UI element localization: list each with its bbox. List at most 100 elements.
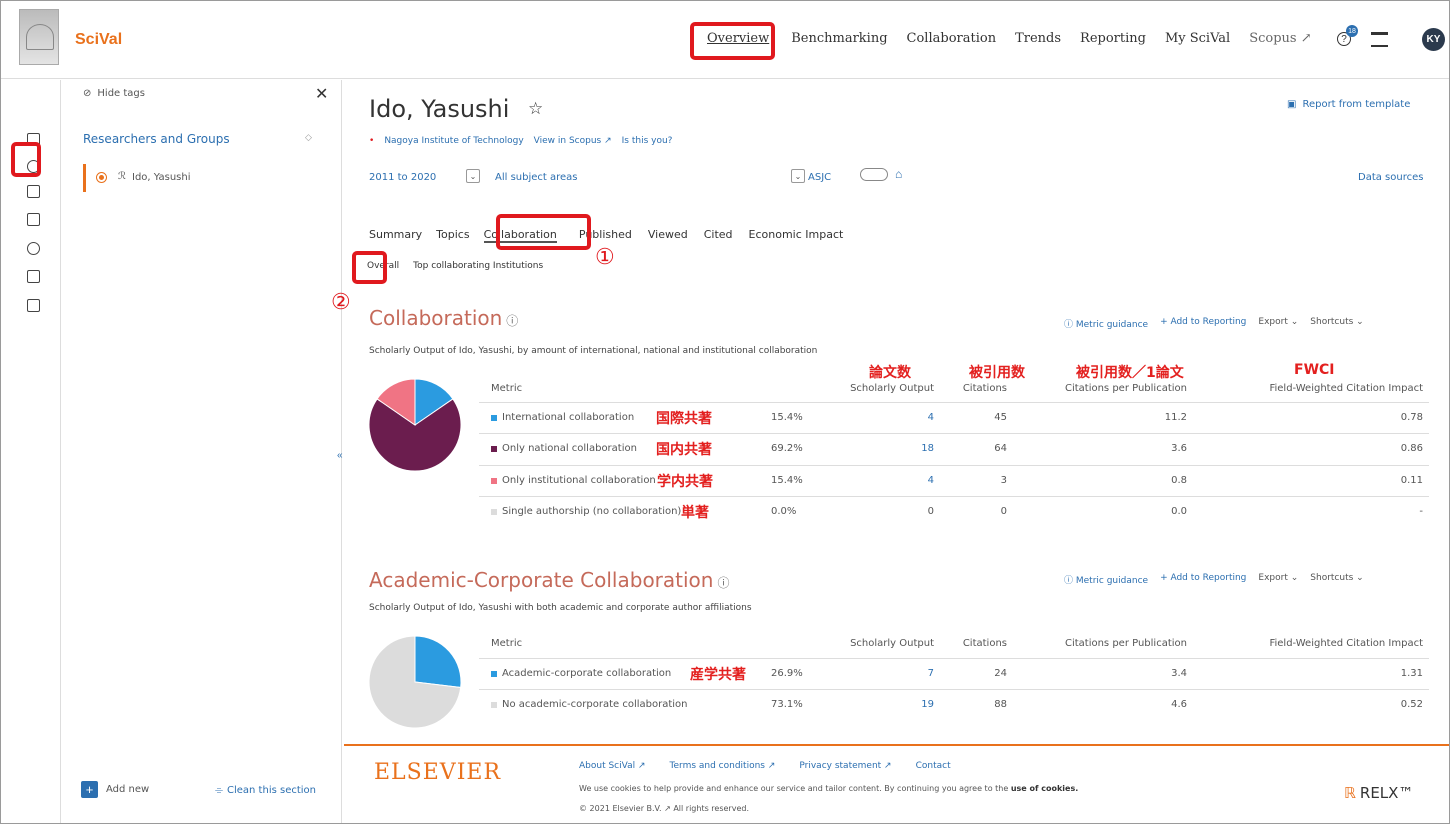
row-output[interactable]: 4 <box>928 412 934 423</box>
year-range-select[interactable]: 2011 to 2020 <box>369 172 436 183</box>
col-citations: Citations <box>962 383 1007 394</box>
footer: ELSEVIER About SciVal ↗ Terms and condit… <box>344 744 1449 823</box>
favorite-star-icon[interactable]: ☆ <box>528 99 543 119</box>
row-cpp: 3.4 <box>1171 668 1187 679</box>
contact-link[interactable]: Contact <box>916 761 951 771</box>
row-divider <box>479 433 1429 434</box>
subject-dropdown-icon[interactable]: ⌄ <box>791 169 805 183</box>
nav-reporting[interactable]: Reporting <box>1080 31 1146 46</box>
highlight-researcher-icon <box>11 142 41 177</box>
col-fwci: Field-Weighted Citation Impact <box>1269 383 1423 394</box>
topic-nav-icon[interactable] <box>27 242 40 255</box>
marker-2: ② <box>331 289 351 314</box>
acad-corp-title: Academic-Corporate Collaboration ⓘ <box>369 568 730 592</box>
nav-my-scival[interactable]: My SciVal <box>1165 31 1230 46</box>
row-fwci: 0.78 <box>1400 412 1423 423</box>
info-icon[interactable]: ⓘ <box>506 312 518 330</box>
hide-tags-link[interactable]: ⊘ Hide tags <box>83 88 145 99</box>
asjc-toggle[interactable] <box>860 168 888 181</box>
tab-topics[interactable]: Topics <box>436 228 469 243</box>
cookies-link[interactable]: use of cookies. <box>1011 784 1078 793</box>
sub-tabs: Overall Top collaborating Institutions <box>367 261 543 271</box>
row-citations: 64 <box>994 443 1007 454</box>
add-to-reporting-link[interactable]: + Add to Reporting <box>1160 317 1246 330</box>
marker-1: ① <box>595 244 615 269</box>
row-output[interactable]: 18 <box>921 443 934 454</box>
acad-actions: ⓘ Metric guidance + Add to Reporting Exp… <box>1064 573 1364 586</box>
row-output[interactable]: 19 <box>921 699 934 710</box>
export-dropdown[interactable]: Export ⌄ <box>1258 317 1298 330</box>
col-citations: Citations <box>962 638 1007 649</box>
shortcuts-dropdown[interactable]: Shortcuts ⌄ <box>1310 573 1363 586</box>
nav-trends[interactable]: Trends <box>1015 31 1061 46</box>
collapse-panel-icon[interactable]: « <box>337 450 343 461</box>
acad-pie-chart <box>368 635 462 729</box>
export-dropdown[interactable]: Export ⌄ <box>1258 573 1298 586</box>
elsevier-logo[interactable]: ELSEVIER <box>374 760 501 785</box>
is-this-you-link[interactable]: Is this you? <box>622 136 673 146</box>
close-icon[interactable]: ✕ <box>315 84 328 104</box>
add-new-button[interactable]: + Add new <box>81 781 149 798</box>
asjc-label[interactable]: ASJC <box>808 172 831 183</box>
pie-slice[interactable] <box>414 635 462 689</box>
about-link[interactable]: About SciVal ↗ <box>579 761 646 771</box>
row-divider <box>479 658 1429 659</box>
nav-benchmarking[interactable]: Benchmarking <box>791 31 887 46</box>
legend-swatch <box>491 671 497 677</box>
data-sources-link[interactable]: Data sources <box>1358 172 1423 183</box>
legend-swatch <box>491 446 497 452</box>
report-nav-icon[interactable] <box>27 299 40 312</box>
view-scopus-link[interactable]: View in Scopus ↗ <box>534 136 612 146</box>
institution-icon[interactable] <box>1371 32 1388 47</box>
row-pct: 73.1% <box>771 699 803 710</box>
app-brand[interactable]: SciVal <box>75 31 122 49</box>
panel-section-title[interactable]: Researchers and Groups <box>83 132 230 146</box>
radio-selected-icon[interactable] <box>96 172 107 183</box>
info-icon[interactable]: ⓘ <box>717 574 729 592</box>
affiliation-link[interactable]: Nagoya Institute of Technology <box>384 136 523 146</box>
metric-guidance-link[interactable]: ⓘ Metric guidance <box>1064 317 1148 330</box>
tab-cited[interactable]: Cited <box>704 228 733 243</box>
notification-badge: 18 <box>1346 25 1358 37</box>
collab-pie-chart <box>368 378 462 472</box>
selected-entity-row[interactable]: ℛ Ido, Yasushi <box>83 164 341 192</box>
terms-link[interactable]: Terms and conditions ↗ <box>670 761 776 771</box>
clean-section-link[interactable]: ⌯ Clean this section <box>215 785 316 796</box>
nav-collaboration[interactable]: Collaboration <box>907 31 997 46</box>
jp-header: 論文数 <box>869 365 911 381</box>
relx-logo: ℝ RELX™ <box>1344 784 1414 802</box>
shortcuts-dropdown[interactable]: Shortcuts ⌄ <box>1310 317 1363 330</box>
entity-list-item[interactable]: Ido, Yasushi <box>132 172 191 183</box>
group-nav-icon[interactable] <box>27 270 40 283</box>
jp-row-label: 学内共著 <box>657 474 713 490</box>
collab-description: Scholarly Output of Ido, Yasushi, by amo… <box>369 346 818 356</box>
subject-area-select[interactable]: All subject areas <box>495 172 578 183</box>
row-pct: 0.0% <box>771 506 797 517</box>
row-pct: 26.9% <box>771 668 803 679</box>
row-citations: 0 <box>1000 506 1007 517</box>
nav-overview[interactable]: Overview <box>707 31 769 46</box>
row-output[interactable]: 4 <box>928 475 934 486</box>
year-dropdown-icon[interactable]: ⌄ <box>466 169 480 183</box>
nav-scopus[interactable]: Scopus ↗ <box>1249 31 1311 46</box>
country-nav-icon[interactable] <box>27 213 40 226</box>
collaboration-title: Collaboration ⓘ <box>369 306 519 330</box>
row-output[interactable]: 0 <box>928 506 934 517</box>
relx-icon: ℝ <box>1344 784 1356 802</box>
publication-set-icon[interactable] <box>27 185 40 198</box>
metric-guidance-link[interactable]: ⓘ Metric guidance <box>1064 573 1148 586</box>
tab-summary[interactable]: Summary <box>369 228 422 243</box>
row-fwci: 0.11 <box>1400 475 1423 486</box>
avatar[interactable]: KY <box>1422 28 1445 51</box>
privacy-link[interactable]: Privacy statement ↗ <box>799 761 891 771</box>
institution-filter-icon[interactable]: ⌂ <box>895 167 902 181</box>
add-to-reporting-link[interactable]: + Add to Reporting <box>1160 573 1246 586</box>
row-output[interactable]: 7 <box>928 668 934 679</box>
report-template-link[interactable]: ▣ Report from template <box>1287 99 1410 110</box>
subtab-top-institutions[interactable]: Top collaborating Institutions <box>413 261 543 271</box>
tab-viewed[interactable]: Viewed <box>648 228 688 243</box>
tab-economic-impact[interactable]: Economic Impact <box>749 228 844 243</box>
left-icon-bar <box>1 80 61 823</box>
row-divider <box>479 496 1429 497</box>
collapse-icon[interactable]: ◇ <box>305 132 312 143</box>
